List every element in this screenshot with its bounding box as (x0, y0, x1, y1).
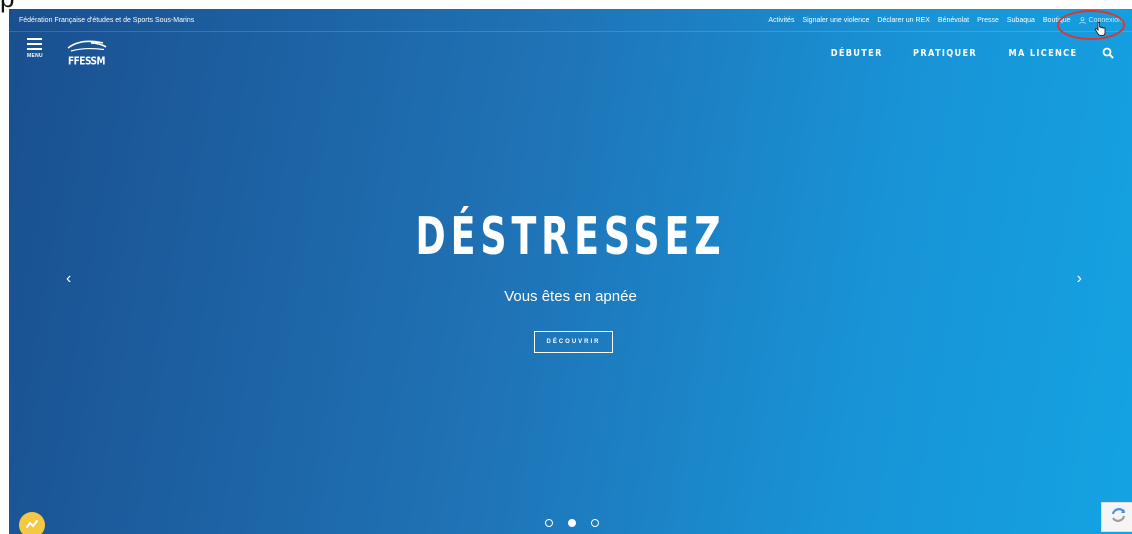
nav-item-ma-licence[interactable]: MA LICENCE (1009, 48, 1078, 59)
hero-subtitle: Vous êtes en apnée (504, 288, 637, 305)
primary-menu: DÉBUTER PRATIQUER MA LICENCE (825, 47, 1114, 59)
recaptcha-icon (1111, 508, 1126, 522)
screenshot-top-strip: p (0, 0, 1132, 13)
site: Fédération Française d'études et de Spor… (9, 9, 1132, 534)
recaptcha-badge[interactable] (1101, 502, 1132, 532)
slider-dots (545, 519, 599, 527)
utility-bar: Fédération Française d'études et de Spor… (9, 9, 1132, 40)
slider-dot-1[interactable] (545, 519, 553, 527)
slider-dot-2[interactable] (568, 519, 576, 527)
hero-slider: ‹ DÉSTRESSEZ Vous êtes en apnée DÉCOUVRI… (9, 74, 1132, 534)
util-link-subaqua[interactable]: Subaqua (1007, 17, 1035, 24)
decouvrir-button[interactable]: DÉCOUVRIR (534, 331, 613, 353)
badge-icon (26, 520, 38, 528)
hero-title: DÉSTRESSEZ (415, 207, 726, 267)
logo-wave-icon (67, 40, 107, 52)
menu-label: MENU (27, 53, 43, 59)
slider-next-arrow[interactable]: › (1077, 270, 1082, 288)
util-link-benevolat[interactable]: Bénévolat (938, 17, 969, 24)
menu-button[interactable]: MENU (27, 38, 47, 66)
util-link-declarer-rex[interactable]: Déclarer un REX (877, 17, 930, 24)
hamburger-icon-bar (27, 43, 42, 45)
slider-dot-3[interactable] (591, 519, 599, 527)
main-nav: MENU FFESSM DÉBUTER PRATIQUER MA LICENCE (9, 32, 1132, 74)
federation-name: Fédération Française d'études et de Spor… (19, 17, 195, 24)
ffessm-logo[interactable]: FFESSM (67, 39, 111, 68)
accessibility-badge[interactable] (19, 512, 45, 534)
nav-item-debuter[interactable]: DÉBUTER (831, 48, 883, 59)
nav-item-pratiquer[interactable]: PRATIQUER (913, 48, 977, 59)
util-link-signaler-violence[interactable]: Signaler une violence (802, 17, 869, 24)
slider-prev-arrow[interactable]: ‹ (66, 270, 71, 288)
hamburger-icon (27, 38, 42, 40)
search-icon[interactable] (1102, 47, 1114, 59)
logo-text: FFESSM (68, 56, 105, 68)
util-link-presse[interactable]: Presse (977, 17, 999, 24)
hamburger-icon-bar (27, 48, 42, 50)
util-link-activites[interactable]: Activités (768, 17, 794, 24)
